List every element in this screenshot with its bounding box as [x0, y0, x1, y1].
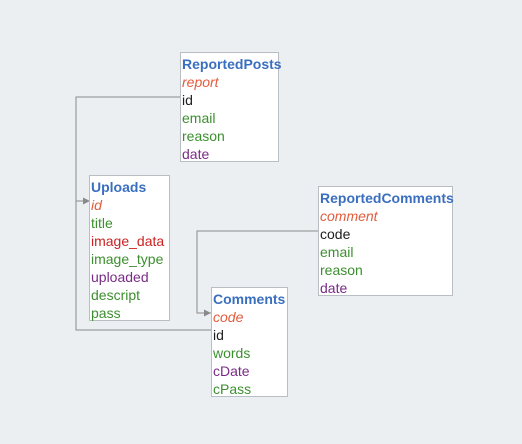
uploads-title: Uploads	[91, 179, 147, 195]
uploads-field-image-type: image_type	[91, 251, 164, 267]
comments-title: Comments	[213, 291, 286, 307]
reportedcomments-field-email: email	[320, 244, 354, 260]
uploads-field-title: title	[91, 215, 113, 231]
comments-table[interactable]: Comments code id words cDate cPass	[211, 287, 288, 397]
reportedposts-field-date: date	[182, 146, 210, 162]
reportedposts-table[interactable]: ReportedPosts report id email reason dat…	[180, 52, 282, 162]
reportedcomments-field-code: code	[320, 226, 351, 242]
reportedcomments-field-reason: reason	[320, 262, 363, 278]
uploads-table[interactable]: Uploads id title image_data image_type u…	[89, 175, 170, 321]
uploads-field-image-data: image_data	[91, 233, 165, 249]
reportedposts-field-report: report	[182, 74, 219, 90]
reportedcomments-field-comment: comment	[320, 208, 378, 224]
uploads-field-uploaded: uploaded	[91, 269, 149, 285]
uploads-field-descript: descript	[91, 287, 141, 303]
comments-field-id: id	[213, 327, 224, 343]
reportedcomments-title: ReportedComments	[320, 190, 454, 206]
reportedposts-field-reason: reason	[182, 128, 225, 144]
comments-field-words: words	[213, 345, 251, 361]
reportedposts-title: ReportedPosts	[182, 56, 282, 72]
reportedcomments-table[interactable]: ReportedComments comment code email reas…	[318, 186, 454, 296]
reportedposts-field-email: email	[182, 110, 216, 126]
uploads-field-pass: pass	[91, 305, 121, 321]
reportedcomments-field-date: date	[320, 280, 348, 296]
reportedposts-field-id: id	[182, 92, 193, 108]
comments-field-code: code	[213, 309, 244, 325]
comments-field-cpass: cPass	[213, 381, 252, 397]
comments-field-cdate: cDate	[213, 363, 250, 379]
uploads-field-id: id	[91, 197, 102, 213]
